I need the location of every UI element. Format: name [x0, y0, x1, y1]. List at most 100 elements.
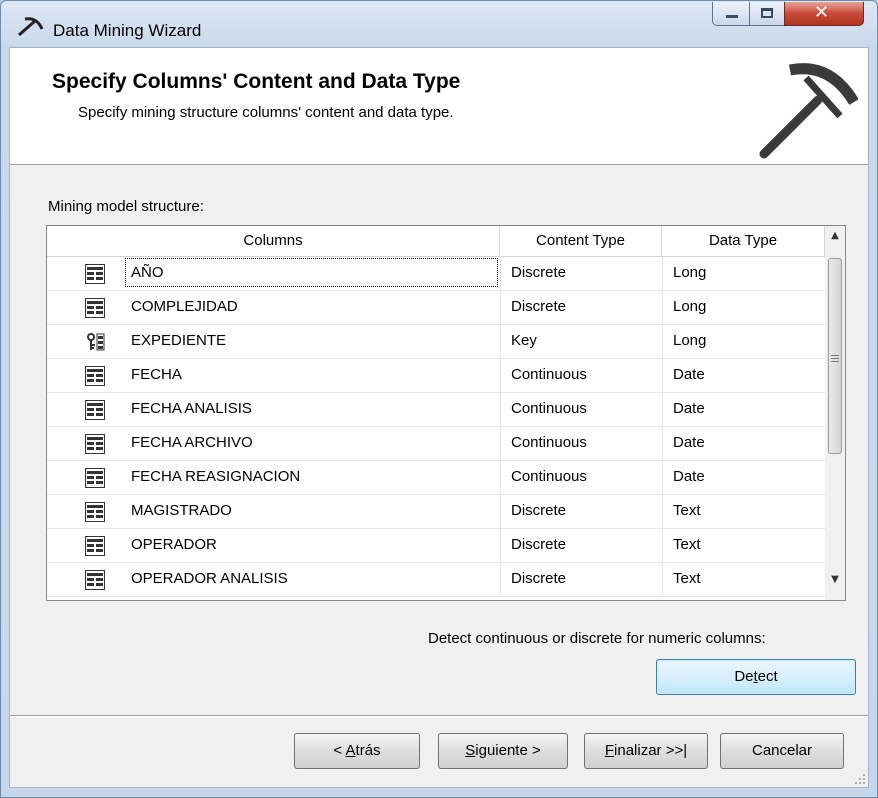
data-type-cell[interactable]: Long [673, 324, 706, 358]
column-separator [662, 460, 663, 494]
column-separator [500, 324, 501, 358]
content-type-cell[interactable]: Continuous [511, 358, 587, 392]
column-separator [500, 528, 501, 562]
column-separator [500, 494, 501, 528]
finish-button[interactable]: Finalizar >>| [584, 733, 708, 769]
key-icon [85, 324, 109, 358]
grip-icon [831, 355, 839, 356]
scroll-up-icon[interactable]: ▲ [825, 226, 845, 246]
column-separator [500, 256, 501, 290]
data-type-cell[interactable]: Text [673, 494, 701, 528]
data-type-cell[interactable]: Date [673, 426, 705, 460]
grid-header: Columns Content Type Data Type [47, 226, 825, 257]
columns-grid[interactable]: Columns Content Type Data Type AÑO Discre… [46, 225, 846, 601]
column-icon [85, 426, 109, 460]
table-row[interactable]: FECHA REASIGNACION Continuous Date [47, 460, 825, 495]
column-name-cell[interactable]: OPERADOR ANALISIS [131, 562, 288, 596]
column-separator [500, 392, 501, 426]
table-row[interactable]: OPERADOR Discrete Text [47, 528, 825, 563]
column-separator [662, 358, 663, 392]
column-separator [500, 562, 501, 596]
pickaxe-icon [18, 17, 44, 37]
scroll-down-icon[interactable]: ▼ [825, 570, 845, 590]
column-name-cell[interactable]: COMPLEJIDAD [131, 290, 238, 324]
column-name-cell[interactable]: EXPEDIENTE [131, 324, 226, 358]
table-row[interactable]: EXPEDIENTE Key Long [47, 324, 825, 359]
column-separator [662, 324, 663, 358]
content-type-cell[interactable]: Discrete [511, 290, 566, 324]
content-type-cell[interactable]: Continuous [511, 426, 587, 460]
content-type-cell[interactable]: Continuous [511, 392, 587, 426]
table-row[interactable]: COMPLEJIDAD Discrete Long [47, 290, 825, 325]
minimize-icon [726, 15, 738, 18]
data-type-cell[interactable]: Long [673, 290, 706, 324]
data-type-cell[interactable]: Text [673, 528, 701, 562]
column-name-cell[interactable]: OPERADOR [131, 528, 217, 562]
table-row[interactable]: FECHA ARCHIVO Continuous Date [47, 426, 825, 461]
header-content-type[interactable]: Content Type [500, 226, 662, 256]
column-icon [85, 460, 109, 494]
page-title: Specify Columns' Content and Data Type [52, 70, 461, 93]
column-name-cell[interactable]: FECHA [131, 358, 182, 392]
table-row[interactable]: FECHA ANALISIS Continuous Date [47, 392, 825, 427]
content-type-cell[interactable]: Discrete [511, 528, 566, 562]
minimize-button[interactable] [712, 2, 750, 26]
maximize-button[interactable] [749, 2, 785, 26]
column-icon [85, 290, 109, 324]
structure-label: Mining model structure: [48, 198, 204, 215]
data-type-cell[interactable]: Date [673, 392, 705, 426]
close-icon: ✕ [814, 2, 830, 23]
close-button[interactable]: ✕ [784, 2, 864, 26]
data-type-cell[interactable]: Long [673, 256, 706, 290]
column-name-cell[interactable]: FECHA REASIGNACION [131, 460, 300, 494]
column-separator [662, 290, 663, 324]
back-button[interactable]: < Atrás [294, 733, 420, 769]
data-type-cell[interactable]: Date [673, 460, 705, 494]
column-icon [85, 562, 109, 596]
scroll-thumb[interactable] [828, 258, 842, 454]
column-icon [85, 392, 109, 426]
header-data-type[interactable]: Data Type [662, 226, 825, 256]
content-type-cell[interactable]: Continuous [511, 460, 587, 494]
table-row[interactable]: FECHA Continuous Date [47, 358, 825, 393]
vertical-scrollbar[interactable]: ▲ ▼ [825, 226, 845, 600]
column-name-cell[interactable]: FECHA ANALISIS [131, 392, 252, 426]
header-columns[interactable]: Columns [47, 226, 500, 256]
column-separator [500, 358, 501, 392]
column-name-cell[interactable]: FECHA ARCHIVO [131, 426, 253, 460]
data-type-cell[interactable]: Text [673, 562, 701, 596]
next-button[interactable]: Siguiente > [438, 733, 568, 769]
column-separator [500, 290, 501, 324]
window-title: Data Mining Wizard [53, 21, 202, 40]
wizard-body: Specify Columns' Content and Data Type S… [9, 47, 869, 788]
resize-grip-icon[interactable] [854, 773, 866, 785]
content-type-cell[interactable]: Discrete [511, 562, 566, 596]
wizard-header: Specify Columns' Content and Data Type S… [10, 48, 868, 165]
column-separator [662, 392, 663, 426]
column-icon [85, 494, 109, 528]
table-row[interactable]: AÑO Discrete Long [47, 256, 825, 291]
column-name-cell[interactable]: AÑO [131, 256, 164, 290]
column-icon [85, 528, 109, 562]
detect-button[interactable]: Detect [656, 659, 856, 695]
content-type-cell[interactable]: Key [511, 324, 537, 358]
column-icon [85, 256, 109, 290]
focus-rectangle [125, 258, 498, 287]
detect-label: Detect continuous or discrete for numeri… [428, 630, 766, 647]
pickaxe-icon [759, 63, 858, 159]
data-type-cell[interactable]: Date [673, 358, 705, 392]
cancel-button[interactable]: Cancelar [720, 733, 844, 769]
column-name-cell[interactable]: MAGISTRADO [131, 494, 232, 528]
column-separator [662, 494, 663, 528]
content-type-cell[interactable]: Discrete [511, 494, 566, 528]
column-separator [662, 426, 663, 460]
table-row[interactable]: OPERADOR ANALISIS Discrete Text [47, 562, 825, 597]
title-bar[interactable]: Data Mining Wizard ✕ [1, 1, 877, 47]
table-row[interactable]: MAGISTRADO Discrete Text [47, 494, 825, 529]
column-separator [662, 256, 663, 290]
content-type-cell[interactable]: Discrete [511, 256, 566, 290]
maximize-icon [761, 8, 773, 18]
column-separator [500, 426, 501, 460]
column-separator [662, 528, 663, 562]
column-icon [85, 358, 109, 392]
